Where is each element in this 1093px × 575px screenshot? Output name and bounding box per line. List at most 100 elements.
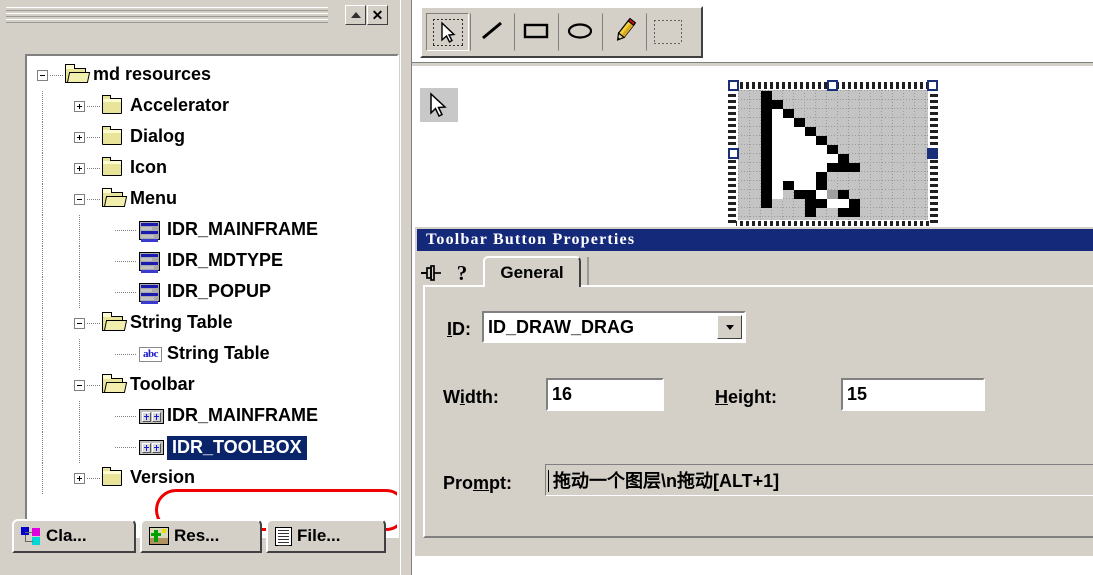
tab-class-view[interactable]: Cla... [12, 519, 136, 553]
bitmap-pixel[interactable] [783, 127, 794, 136]
pixel-grid[interactable] [738, 90, 928, 220]
bitmap-pixel[interactable] [761, 181, 772, 190]
bitmap-pixel[interactable] [816, 190, 827, 199]
tree-item-string-table[interactable]: abc String Table [27, 339, 397, 370]
vertical-splitter[interactable] [400, 0, 412, 575]
prompt-input[interactable]: 拖动一个图层\n拖动[ALT+1] [545, 464, 1093, 496]
bitmap-pixel[interactable] [772, 190, 783, 199]
bitmap-pixel[interactable] [761, 154, 772, 163]
tree-item-idr-mainframe[interactable]: IDR_MAINFRAME [27, 401, 397, 432]
bitmap-pixel[interactable] [761, 118, 772, 127]
bitmap-pixel[interactable] [805, 190, 816, 199]
resize-handle-nw[interactable] [728, 80, 739, 91]
bitmap-pixel[interactable] [761, 109, 772, 118]
dialog-titlebar[interactable]: Toolbar Button Properties [417, 229, 1093, 251]
select-tool-button[interactable] [426, 13, 469, 51]
bitmap-edit-canvas[interactable] [728, 80, 938, 228]
bitmap-pixel[interactable] [816, 181, 827, 190]
tree-toggle-minus[interactable] [74, 318, 85, 329]
tree-toggle-minus[interactable] [74, 380, 85, 391]
resource-tree[interactable]: md resources Accelerator Dialog Icon Menu IDR… [25, 54, 399, 538]
tab-general[interactable]: General [483, 256, 581, 287]
tree-item-icon[interactable]: Icon [27, 153, 397, 184]
bitmap-pixel[interactable] [783, 172, 794, 181]
bitmap-pixel[interactable] [816, 199, 827, 208]
bitmap-pixel[interactable] [761, 190, 772, 199]
tree-toggle-plus[interactable] [74, 473, 85, 484]
bitmap-pixel[interactable] [772, 118, 783, 127]
tree-item-idr-mdtype[interactable]: IDR_MDTYPE [27, 246, 397, 277]
bitmap-pixel[interactable] [838, 190, 849, 199]
bitmap-pixel[interactable] [761, 199, 772, 208]
tab-resource-view[interactable]: Res... [140, 519, 262, 553]
bitmap-pixel[interactable] [794, 127, 805, 136]
tree-item-version[interactable]: Version [27, 463, 397, 494]
tree-item-accelerator[interactable]: Accelerator [27, 91, 397, 122]
drag-grip[interactable] [6, 7, 328, 23]
bitmap-pixel[interactable] [772, 109, 783, 118]
bitmap-pixel[interactable] [794, 136, 805, 145]
bitmap-pixel[interactable] [838, 208, 849, 217]
bitmap-pixel[interactable] [783, 163, 794, 172]
pane-close-button[interactable]: ✕ [367, 5, 388, 25]
bitmap-pixel[interactable] [794, 145, 805, 154]
bitmap-pixel[interactable] [805, 145, 816, 154]
bitmap-pixel[interactable] [772, 181, 783, 190]
bitmap-pixel[interactable] [816, 172, 827, 181]
tree-item-menu[interactable]: Menu [27, 184, 397, 215]
bitmap-pixel[interactable] [772, 145, 783, 154]
bitmap-pixel[interactable] [816, 163, 827, 172]
tree-item-idr-mainframe[interactable]: IDR_MAINFRAME [27, 215, 397, 246]
bitmap-pixel[interactable] [827, 190, 838, 199]
pane-rollup-button[interactable] [345, 5, 366, 25]
bitmap-pixel[interactable] [783, 181, 794, 190]
bitmap-pixel[interactable] [772, 127, 783, 136]
bitmap-pixel[interactable] [794, 163, 805, 172]
bitmap-pixel[interactable] [794, 154, 805, 163]
resize-handle-e[interactable] [927, 148, 938, 159]
line-tool-button[interactable] [470, 13, 513, 51]
bitmap-pixel[interactable] [761, 172, 772, 181]
height-input[interactable]: 15 [841, 378, 985, 411]
ellipse-tool-button[interactable] [558, 13, 601, 51]
tree-item-idr-popup[interactable]: IDR_POPUP [27, 277, 397, 308]
bitmap-pixel[interactable] [805, 154, 816, 163]
bitmap-pixel[interactable] [783, 109, 794, 118]
width-input[interactable]: 16 [546, 378, 664, 411]
bitmap-pixel[interactable] [805, 127, 816, 136]
bitmap-pixel[interactable] [761, 163, 772, 172]
bitmap-pixel[interactable] [827, 154, 838, 163]
tree-toggle-plus[interactable] [74, 132, 85, 143]
bitmap-pixel[interactable] [816, 136, 827, 145]
bitmap-pixel[interactable] [838, 154, 849, 163]
bitmap-pixel[interactable] [827, 199, 838, 208]
tree-item-toolbar[interactable]: Toolbar [27, 370, 397, 401]
marquee-tool-button[interactable] [646, 13, 689, 51]
bitmap-pixel[interactable] [849, 199, 860, 208]
bitmap-pixel[interactable] [816, 145, 827, 154]
bitmap-pixel[interactable] [838, 163, 849, 172]
tree-item-string-table[interactable]: String Table [27, 308, 397, 339]
bitmap-pixel[interactable] [761, 145, 772, 154]
bitmap-pixel[interactable] [794, 118, 805, 127]
bitmap-pixel[interactable] [783, 136, 794, 145]
tree-item-idr-toolbox[interactable]: IDR_TOOLBOX [27, 432, 397, 463]
id-combobox[interactable]: ID_DRAW_DRAG [482, 311, 746, 343]
bitmap-pixel[interactable] [772, 100, 783, 109]
bitmap-pixel[interactable] [805, 172, 816, 181]
tree-item-md-resources[interactable]: md resources [27, 60, 397, 91]
rectangle-tool-button[interactable] [514, 13, 557, 51]
bitmap-pixel[interactable] [805, 136, 816, 145]
bitmap-pixel[interactable] [816, 154, 827, 163]
resize-handle-n[interactable] [827, 80, 838, 91]
bitmap-pixel[interactable] [794, 172, 805, 181]
id-dropdown-button[interactable] [717, 315, 742, 339]
bitmap-pixel[interactable] [783, 145, 794, 154]
tree-toggle-minus[interactable] [74, 194, 85, 205]
bitmap-pixel[interactable] [805, 208, 816, 217]
bitmap-pixel[interactable] [761, 127, 772, 136]
bitmap-pixel[interactable] [827, 145, 838, 154]
bitmap-pixel[interactable] [794, 181, 805, 190]
tree-toggle-minus[interactable] [37, 70, 48, 81]
bitmap-pixel[interactable] [805, 199, 816, 208]
